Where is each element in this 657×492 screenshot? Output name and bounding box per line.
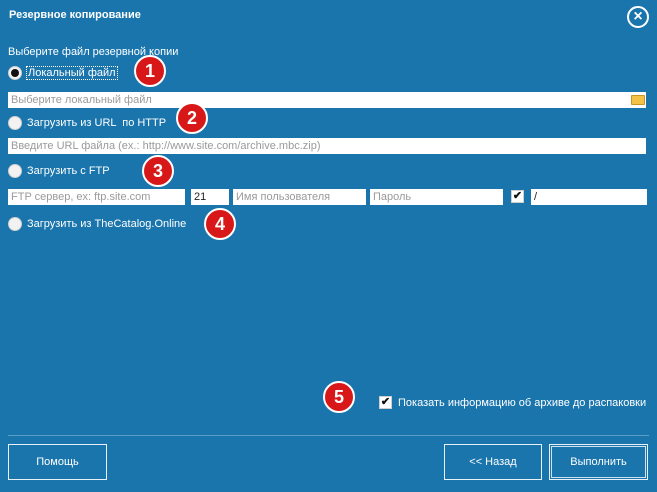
help-button[interactable]: Помощь — [8, 444, 107, 480]
close-button[interactable]: × — [627, 6, 649, 28]
radio-catalog[interactable]: Загрузить из TheCatalog.Online — [8, 217, 186, 231]
radio-ftp-label: Загрузить с FTP — [27, 165, 110, 177]
radio-url-label: Загрузить из URL по HTTP — [27, 117, 167, 129]
radio-local-file-label: Локальный файл — [26, 66, 118, 80]
ftp-path-input[interactable]: / — [531, 189, 647, 205]
radio-url[interactable]: Загрузить из URL по HTTP — [8, 116, 166, 130]
radio-button[interactable] — [8, 116, 22, 130]
local-file-input[interactable]: Выберите локальный файл — [8, 92, 646, 108]
show-info-label: Показать информацию об архиве до распако… — [398, 397, 647, 409]
radio-button[interactable] — [8, 66, 22, 80]
divider — [8, 435, 649, 436]
run-button[interactable]: Выполнить — [549, 444, 648, 480]
ftp-password-input[interactable]: Пароль — [370, 189, 503, 205]
radio-local-file[interactable]: Локальный файл — [8, 66, 118, 80]
radio-button[interactable] — [8, 164, 22, 178]
step-badge-2: 2 — [176, 102, 208, 134]
radio-catalog-label: Загрузить из TheCatalog.Online — [27, 218, 187, 230]
ftp-checkbox[interactable]: ✔ — [511, 190, 524, 203]
folder-icon[interactable] — [631, 95, 645, 105]
ftp-port-input[interactable]: 21 — [191, 189, 229, 205]
radio-button[interactable] — [8, 217, 22, 231]
step-badge-5: 5 — [323, 381, 355, 413]
url-input[interactable]: Введите URL файла (ex.: http://www.site.… — [8, 138, 646, 154]
step-badge-3: 3 — [142, 155, 174, 187]
radio-ftp[interactable]: Загрузить с FTP — [8, 164, 110, 178]
ftp-username-input[interactable]: Имя пользователя — [233, 189, 366, 205]
step-badge-4: 4 — [204, 208, 236, 240]
back-button[interactable]: << Назад — [444, 444, 542, 480]
close-icon: × — [633, 8, 643, 25]
step-badge-1: 1 — [134, 55, 166, 87]
window-title: Резервное копирование — [9, 9, 141, 21]
show-info-checkbox[interactable]: ✔ — [379, 396, 392, 409]
ftp-server-input[interactable]: FTP сервер, ex: ftp.site.com — [8, 189, 185, 205]
